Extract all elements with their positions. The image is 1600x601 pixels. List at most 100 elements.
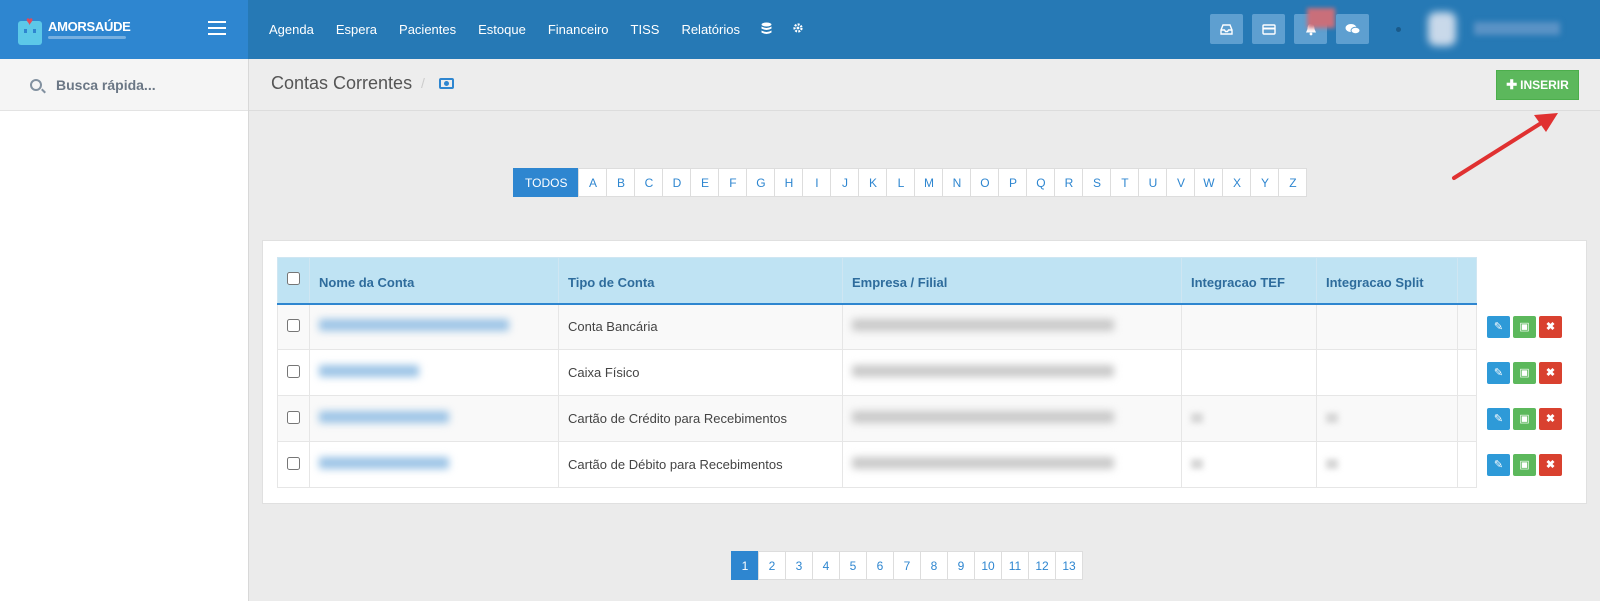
select-all-checkbox[interactable] <box>287 272 300 286</box>
money-icon[interactable]: ▣ <box>1513 453 1536 476</box>
letter-filter-r[interactable]: R <box>1054 168 1084 197</box>
nav-tiss[interactable]: TISS <box>620 22 671 37</box>
col-empresa-filial[interactable]: Empresa / Filial <box>842 257 1182 305</box>
letter-filter-todos[interactable]: TODOS <box>513 168 580 197</box>
row-checkbox[interactable] <box>287 456 300 470</box>
letter-filter-v[interactable]: V <box>1166 168 1196 197</box>
letter-filter-d[interactable]: D <box>662 168 692 197</box>
delete-icon[interactable]: ✖ <box>1539 407 1562 430</box>
nav-pacientes[interactable]: Pacientes <box>388 22 467 37</box>
account-name-cell[interactable] <box>309 349 559 396</box>
nav-financeiro[interactable]: Financeiro <box>537 22 620 37</box>
page-7[interactable]: 7 <box>893 551 921 580</box>
page-10[interactable]: 10 <box>974 551 1002 580</box>
account-name-cell[interactable] <box>309 303 559 350</box>
letter-filter-b[interactable]: B <box>606 168 636 197</box>
letter-filter-w[interactable]: W <box>1194 168 1224 197</box>
user-name-blurred[interactable] <box>1474 22 1560 35</box>
letter-filter-k[interactable]: K <box>858 168 888 197</box>
page-8[interactable]: 8 <box>920 551 948 580</box>
letter-filter-q[interactable]: Q <box>1026 168 1056 197</box>
page-5[interactable]: 5 <box>839 551 867 580</box>
page-11[interactable]: 11 <box>1001 551 1029 580</box>
nav-agenda[interactable]: Agenda <box>258 22 325 37</box>
nav-espera[interactable]: Espera <box>325 22 388 37</box>
delete-icon[interactable]: ✖ <box>1539 315 1562 338</box>
letter-filter-s[interactable]: S <box>1082 168 1112 197</box>
company-redacted <box>852 411 1114 423</box>
edit-icon[interactable]: ✎ <box>1487 407 1510 430</box>
page-12[interactable]: 12 <box>1028 551 1056 580</box>
delete-icon[interactable]: ✖ <box>1539 361 1562 384</box>
pagination: 1 2 3 4 5 6 7 8 9 10 11 12 13 <box>731 551 1083 580</box>
letter-filter-g[interactable]: G <box>746 168 776 197</box>
page-13[interactable]: 13 <box>1055 551 1083 580</box>
letter-filter-e[interactable]: E <box>690 168 720 197</box>
delete-icon[interactable]: ✖ <box>1539 453 1562 476</box>
page-6[interactable]: 6 <box>866 551 894 580</box>
brand-logo-text: AMORSAÚDE <box>48 20 131 39</box>
bell-icon[interactable] <box>1294 8 1335 44</box>
edit-icon[interactable]: ✎ <box>1487 453 1510 476</box>
row-checkbox[interactable] <box>287 318 300 332</box>
letter-filter-y[interactable]: Y <box>1250 168 1280 197</box>
money-icon[interactable]: ▣ <box>1513 315 1536 338</box>
account-name-cell[interactable] <box>309 441 559 488</box>
letter-filter-p[interactable]: P <box>998 168 1028 197</box>
row-checkbox[interactable] <box>287 364 300 378</box>
page-1[interactable]: 1 <box>731 551 759 580</box>
company-redacted <box>852 457 1114 469</box>
quick-search-input[interactable] <box>56 76 226 93</box>
letter-filter-n[interactable]: N <box>942 168 972 197</box>
page-3[interactable]: 3 <box>785 551 813 580</box>
col-integracao-split[interactable]: Integracao Split <box>1316 257 1458 305</box>
col-integracao-tef[interactable]: Integracao TEF <box>1181 257 1317 305</box>
col-nome-da-conta[interactable]: Nome da Conta <box>309 257 559 305</box>
letter-filter-f[interactable]: F <box>718 168 748 197</box>
account-name-cell[interactable] <box>309 395 559 442</box>
database-icon[interactable] <box>751 22 782 38</box>
extra-cell <box>1457 349 1477 396</box>
letter-filter-h[interactable]: H <box>774 168 804 197</box>
tef-value-redacted <box>1191 459 1203 469</box>
page-2[interactable]: 2 <box>758 551 786 580</box>
letter-filter-i[interactable]: I <box>802 168 832 197</box>
page-4[interactable]: 4 <box>812 551 840 580</box>
page-9[interactable]: 9 <box>947 551 975 580</box>
letter-filter-l[interactable]: L <box>886 168 916 197</box>
account-name-link-redacted[interactable] <box>319 457 449 469</box>
card-icon[interactable] <box>1252 14 1285 44</box>
row-actions: ✎ ▣ ✖ <box>1476 349 1575 396</box>
money-icon[interactable]: ▣ <box>1513 407 1536 430</box>
letter-filter-m[interactable]: M <box>914 168 944 197</box>
split-value-redacted <box>1326 459 1338 469</box>
edit-icon[interactable]: ✎ <box>1487 361 1510 384</box>
avatar[interactable] <box>1428 12 1456 46</box>
letter-filter-a[interactable]: A <box>578 168 608 197</box>
chat-icon[interactable] <box>1336 14 1369 44</box>
letter-filter-x[interactable]: X <box>1222 168 1252 197</box>
split-cell <box>1316 303 1458 350</box>
letter-filter-c[interactable]: C <box>634 168 664 197</box>
letter-filter-j[interactable]: J <box>830 168 860 197</box>
letter-filter-z[interactable]: Z <box>1278 168 1308 197</box>
edit-icon[interactable]: ✎ <box>1487 315 1510 338</box>
nav-relatorios[interactable]: Relatórios <box>670 22 751 37</box>
account-name-link-redacted[interactable] <box>319 319 509 332</box>
gear-icon[interactable] <box>782 22 814 37</box>
letter-filter-t[interactable]: T <box>1110 168 1140 197</box>
page-title: Contas Correntes <box>271 73 413 93</box>
account-name-link-redacted[interactable] <box>319 365 419 377</box>
letter-filter-o[interactable]: O <box>970 168 1000 197</box>
menu-toggle-icon[interactable] <box>208 21 226 35</box>
nav-estoque[interactable]: Estoque <box>467 22 537 37</box>
inbox-icon[interactable] <box>1210 14 1243 44</box>
money-icon[interactable]: ▣ <box>1513 361 1536 384</box>
row-checkbox[interactable] <box>287 410 300 424</box>
row-actions: ✎ ▣ ✖ <box>1476 395 1575 442</box>
account-name-link-redacted[interactable] <box>319 411 449 423</box>
col-tipo-de-conta[interactable]: Tipo de Conta <box>558 257 843 305</box>
table-row: Cartão de Crédito para Recebimentos ✎ ▣ ✖ <box>277 395 1575 442</box>
insert-button[interactable]: ✚ INSERIR <box>1496 70 1579 100</box>
letter-filter-u[interactable]: U <box>1138 168 1168 197</box>
